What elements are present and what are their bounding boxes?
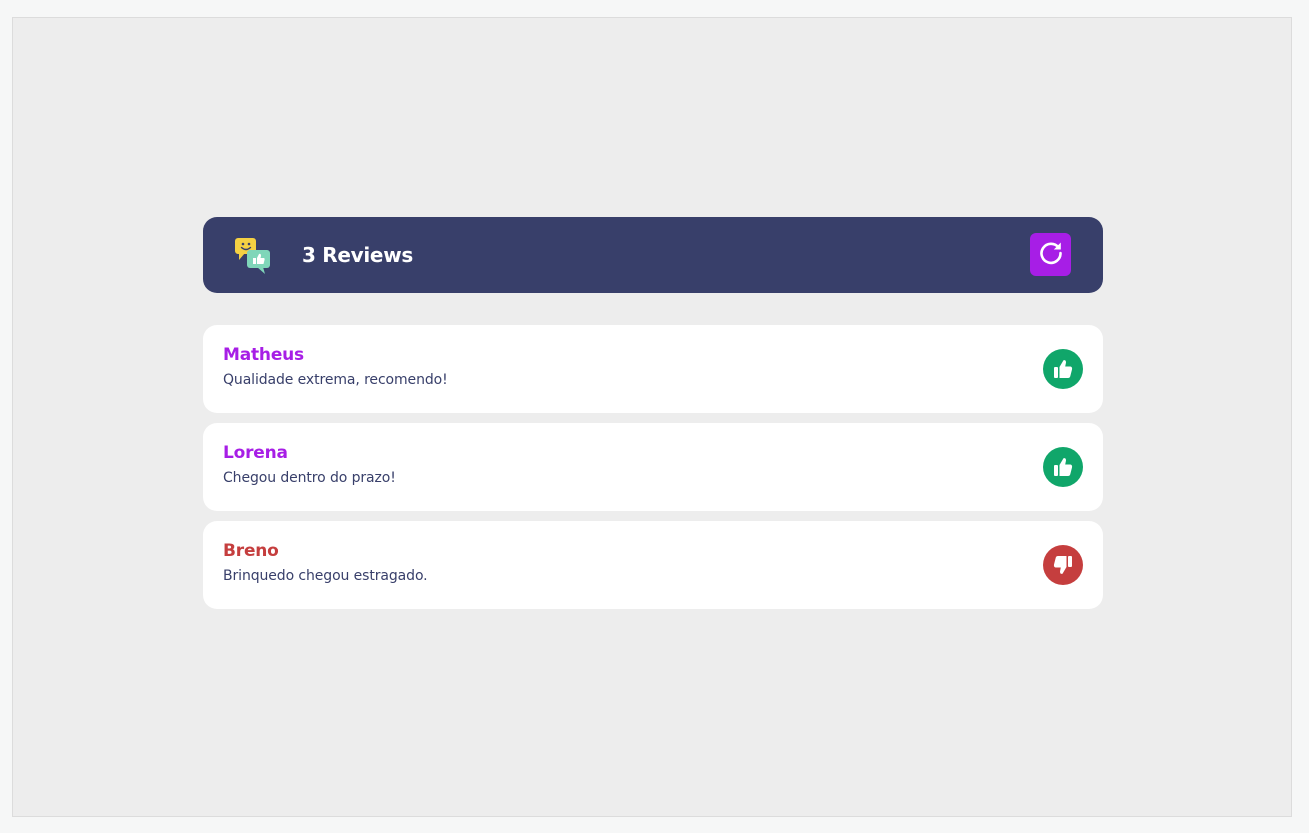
thumbs-up-icon — [1043, 447, 1083, 487]
refresh-button[interactable] — [1030, 233, 1071, 276]
thumbs-up-icon — [1043, 349, 1083, 389]
thumbs-down-icon — [1043, 545, 1083, 585]
reviewer-name: Breno — [223, 541, 279, 561]
review-text: Chegou dentro do prazo! — [223, 470, 396, 486]
refresh-icon — [1038, 240, 1064, 270]
review-card: Breno Brinquedo chegou estragado. — [203, 521, 1103, 609]
reviewer-name: Lorena — [223, 443, 288, 463]
reviewer-name: Matheus — [223, 345, 304, 365]
review-card: Lorena Chegou dentro do prazo! — [203, 423, 1103, 511]
reviews-header: 3 Reviews — [203, 217, 1103, 293]
review-text: Brinquedo chegou estragado. — [223, 568, 428, 584]
page-frame — [12, 17, 1292, 817]
reviews-count-title: 3 Reviews — [302, 243, 413, 267]
chat-bubbles-icon — [235, 237, 273, 275]
review-text: Qualidade extrema, recomendo! — [223, 372, 448, 388]
review-card: Matheus Qualidade extrema, recomendo! — [203, 325, 1103, 413]
